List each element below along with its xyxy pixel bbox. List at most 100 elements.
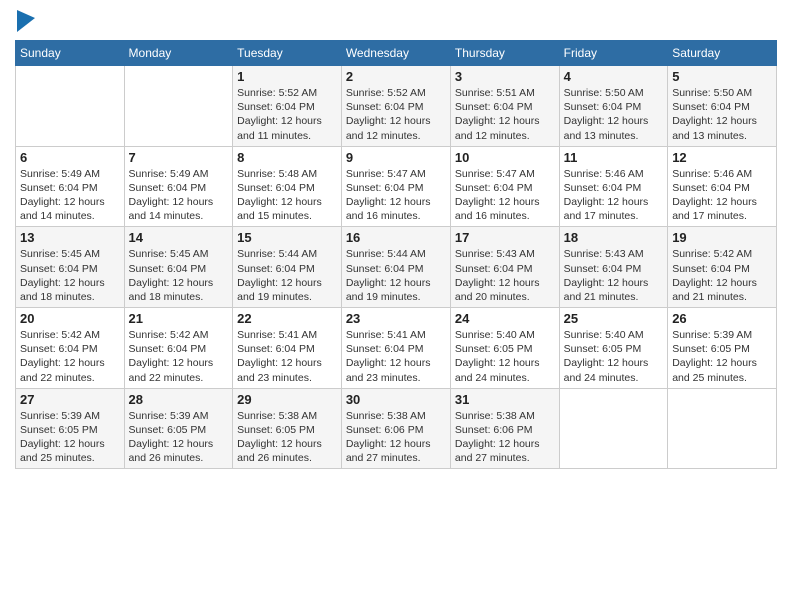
day-info: Sunrise: 5:40 AMSunset: 6:05 PMDaylight:… (455, 328, 555, 385)
calendar-week-row: 1 Sunrise: 5:52 AMSunset: 6:04 PMDaylight… (16, 66, 777, 147)
day-number: 10 (455, 150, 555, 165)
calendar-cell: 18 Sunrise: 5:43 AMSunset: 6:04 PMDayligh… (559, 227, 668, 308)
day-info: Sunrise: 5:45 AMSunset: 6:04 PMDaylight:… (20, 247, 120, 304)
day-number: 13 (20, 230, 120, 245)
day-info: Sunrise: 5:48 AMSunset: 6:04 PMDaylight:… (237, 167, 337, 224)
header (15, 10, 777, 32)
day-info: Sunrise: 5:43 AMSunset: 6:04 PMDaylight:… (455, 247, 555, 304)
calendar-cell: 15Sunrise: 5:44 AMSunset: 6:04 PMDayligh… (233, 227, 342, 308)
day-info: Sunrise: 5:50 AMSunset: 6:04 PMDaylight:… (672, 86, 772, 143)
calendar-cell: 9 Sunrise: 5:47 AMSunset: 6:04 PMDaylight… (341, 146, 450, 227)
day-number: 8 (237, 150, 337, 165)
calendar-cell: 2Sunrise: 5:52 AMSunset: 6:04 PMDaylight… (341, 66, 450, 147)
day-info: Sunrise: 5:38 AMSunset: 6:06 PMDaylight:… (455, 409, 555, 466)
calendar-week-row: 13 Sunrise: 5:45 AMSunset: 6:04 PMDayligh… (16, 227, 777, 308)
calendar-week-row: 6Sunrise: 5:49 AMSunset: 6:04 PMDaylight… (16, 146, 777, 227)
weekday-row: SundayMondayTuesdayWednesdayThursdayFrid… (16, 41, 777, 66)
calendar-week-row: 20Sunrise: 5:42 AMSunset: 6:04 PMDayligh… (16, 308, 777, 389)
calendar-cell: 8 Sunrise: 5:48 AMSunset: 6:04 PMDaylight… (233, 146, 342, 227)
calendar-cell: 30Sunrise: 5:38 AMSunset: 6:06 PMDayligh… (341, 388, 450, 469)
calendar-cell (124, 66, 233, 147)
weekday-header: Tuesday (233, 41, 342, 66)
calendar-body: 1 Sunrise: 5:52 AMSunset: 6:04 PMDaylight… (16, 66, 777, 469)
day-number: 1 (237, 69, 337, 84)
calendar-table: SundayMondayTuesdayWednesdayThursdayFrid… (15, 40, 777, 469)
day-info: Sunrise: 5:43 AMSunset: 6:04 PMDaylight:… (564, 247, 664, 304)
calendar-header: SundayMondayTuesdayWednesdayThursdayFrid… (16, 41, 777, 66)
calendar-cell: 25 Sunrise: 5:40 AMSunset: 6:05 PMDayligh… (559, 308, 668, 389)
day-info: Sunrise: 5:45 AMSunset: 6:04 PMDaylight:… (129, 247, 229, 304)
day-number: 25 (564, 311, 664, 326)
calendar-cell: 24 Sunrise: 5:40 AMSunset: 6:05 PMDayligh… (450, 308, 559, 389)
day-info: Sunrise: 5:42 AMSunset: 6:04 PMDaylight:… (129, 328, 229, 385)
calendar-cell: 29 Sunrise: 5:38 AMSunset: 6:05 PMDayligh… (233, 388, 342, 469)
day-info: Sunrise: 5:47 AMSunset: 6:04 PMDaylight:… (455, 167, 555, 224)
calendar-cell: 3Sunrise: 5:51 AMSunset: 6:04 PMDaylight… (450, 66, 559, 147)
day-number: 16 (346, 230, 446, 245)
calendar-cell (559, 388, 668, 469)
logo-icon (17, 10, 35, 32)
calendar-cell: 22Sunrise: 5:41 AMSunset: 6:04 PMDayligh… (233, 308, 342, 389)
weekday-header: Monday (124, 41, 233, 66)
day-number: 27 (20, 392, 120, 407)
day-info: Sunrise: 5:49 AMSunset: 6:04 PMDaylight:… (129, 167, 229, 224)
day-number: 23 (346, 311, 446, 326)
day-number: 4 (564, 69, 664, 84)
day-info: Sunrise: 5:49 AMSunset: 6:04 PMDaylight:… (20, 167, 120, 224)
calendar-cell: 23Sunrise: 5:41 AMSunset: 6:04 PMDayligh… (341, 308, 450, 389)
calendar-cell: 7 Sunrise: 5:49 AMSunset: 6:04 PMDaylight… (124, 146, 233, 227)
calendar-cell: 4 Sunrise: 5:50 AMSunset: 6:04 PMDaylight… (559, 66, 668, 147)
calendar-cell (16, 66, 125, 147)
weekday-header: Sunday (16, 41, 125, 66)
day-number: 12 (672, 150, 772, 165)
day-number: 5 (672, 69, 772, 84)
calendar-cell: 26Sunrise: 5:39 AMSunset: 6:05 PMDayligh… (668, 308, 777, 389)
day-info: Sunrise: 5:40 AMSunset: 6:05 PMDaylight:… (564, 328, 664, 385)
day-number: 31 (455, 392, 555, 407)
calendar-cell: 27 Sunrise: 5:39 AMSunset: 6:05 PMDayligh… (16, 388, 125, 469)
calendar-cell: 21 Sunrise: 5:42 AMSunset: 6:04 PMDayligh… (124, 308, 233, 389)
weekday-header: Friday (559, 41, 668, 66)
day-number: 9 (346, 150, 446, 165)
calendar-cell: 13 Sunrise: 5:45 AMSunset: 6:04 PMDayligh… (16, 227, 125, 308)
day-number: 28 (129, 392, 229, 407)
calendar-cell: 5 Sunrise: 5:50 AMSunset: 6:04 PMDaylight… (668, 66, 777, 147)
day-number: 15 (237, 230, 337, 245)
day-number: 24 (455, 311, 555, 326)
day-info: Sunrise: 5:42 AMSunset: 6:04 PMDaylight:… (672, 247, 772, 304)
day-number: 18 (564, 230, 664, 245)
day-info: Sunrise: 5:50 AMSunset: 6:04 PMDaylight:… (564, 86, 664, 143)
day-info: Sunrise: 5:42 AMSunset: 6:04 PMDaylight:… (20, 328, 120, 385)
day-info: Sunrise: 5:39 AMSunset: 6:05 PMDaylight:… (20, 409, 120, 466)
day-info: Sunrise: 5:46 AMSunset: 6:04 PMDaylight:… (672, 167, 772, 224)
day-number: 7 (129, 150, 229, 165)
calendar-cell: 12 Sunrise: 5:46 AMSunset: 6:04 PMDayligh… (668, 146, 777, 227)
weekday-header: Thursday (450, 41, 559, 66)
calendar-cell: 17 Sunrise: 5:43 AMSunset: 6:04 PMDayligh… (450, 227, 559, 308)
day-info: Sunrise: 5:38 AMSunset: 6:05 PMDaylight:… (237, 409, 337, 466)
day-number: 11 (564, 150, 664, 165)
calendar-week-row: 27 Sunrise: 5:39 AMSunset: 6:05 PMDayligh… (16, 388, 777, 469)
calendar-cell: 10 Sunrise: 5:47 AMSunset: 6:04 PMDayligh… (450, 146, 559, 227)
weekday-header: Saturday (668, 41, 777, 66)
day-number: 29 (237, 392, 337, 407)
calendar-cell: 1Sunrise: 5:52 AMSunset: 6:04 PMDaylight… (233, 66, 342, 147)
day-number: 17 (455, 230, 555, 245)
calendar-cell: 6Sunrise: 5:49 AMSunset: 6:04 PMDaylight… (16, 146, 125, 227)
day-number: 19 (672, 230, 772, 245)
calendar-cell: 28Sunrise: 5:39 AMSunset: 6:05 PMDayligh… (124, 388, 233, 469)
day-info: Sunrise: 5:44 AMSunset: 6:04 PMDaylight:… (346, 247, 446, 304)
calendar-cell: 16 Sunrise: 5:44 AMSunset: 6:04 PMDayligh… (341, 227, 450, 308)
day-info: Sunrise: 5:46 AMSunset: 6:04 PMDaylight:… (564, 167, 664, 224)
calendar-cell: 31 Sunrise: 5:38 AMSunset: 6:06 PMDayligh… (450, 388, 559, 469)
calendar-cell: 20Sunrise: 5:42 AMSunset: 6:04 PMDayligh… (16, 308, 125, 389)
day-info: Sunrise: 5:38 AMSunset: 6:06 PMDaylight:… (346, 409, 446, 466)
calendar-cell (668, 388, 777, 469)
day-info: Sunrise: 5:41 AMSunset: 6:04 PMDaylight:… (237, 328, 337, 385)
day-number: 26 (672, 311, 772, 326)
logo (15, 10, 35, 32)
day-number: 21 (129, 311, 229, 326)
day-info: Sunrise: 5:52 AMSunset: 6:04 PMDaylight:… (346, 86, 446, 143)
day-info: Sunrise: 5:47 AMSunset: 6:04 PMDaylight:… (346, 167, 446, 224)
calendar-cell: 14Sunrise: 5:45 AMSunset: 6:04 PMDayligh… (124, 227, 233, 308)
